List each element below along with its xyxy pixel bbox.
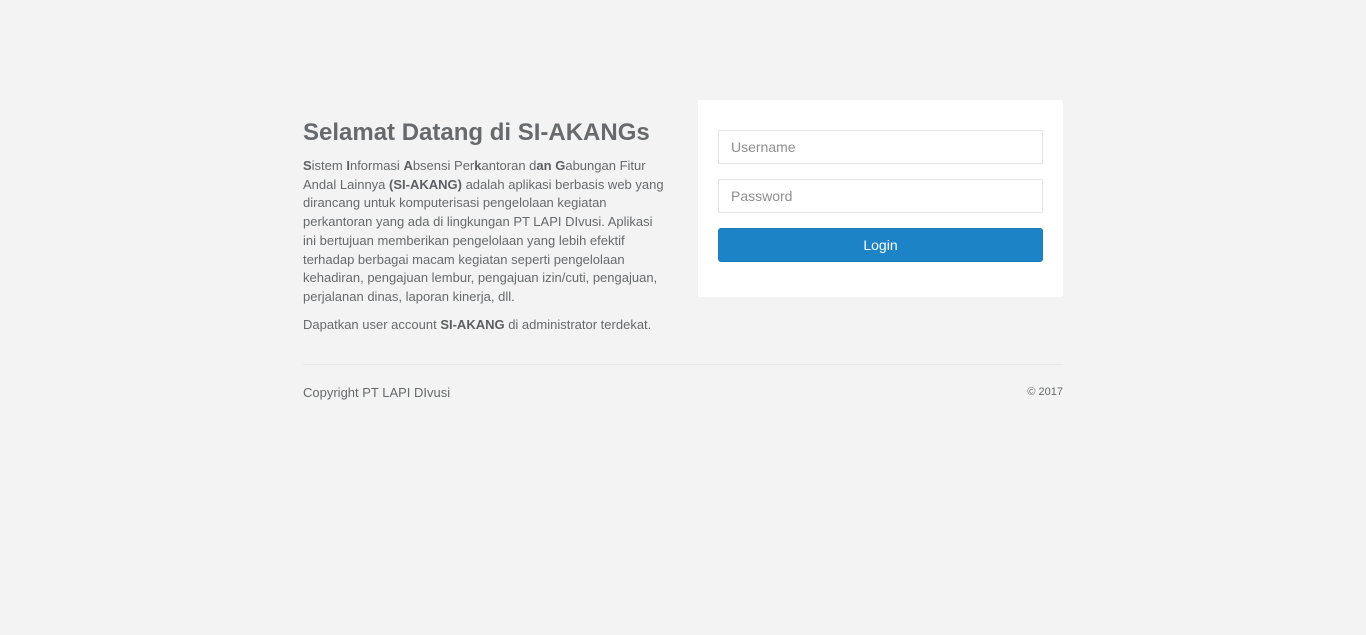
footer: Copyright PT LAPI DIvusi © 2017: [303, 385, 1063, 400]
app-description-segment: adalah aplikasi berbasis web yang diranc…: [303, 176, 664, 304]
app-description-segment: A: [403, 158, 413, 173]
copyright-text: Copyright PT LAPI DIvusi: [303, 384, 451, 400]
content-row: Selamat Datang di SI-AKANGs Sistem Infor…: [303, 100, 1063, 334]
username-input[interactable]: [718, 130, 1043, 164]
intro-section: Selamat Datang di SI-AKANGs Sistem Infor…: [303, 100, 665, 334]
app-description-segment: bsensi Per: [412, 158, 475, 173]
account-note-appname: SI-AKANG: [440, 316, 505, 332]
page-container: Selamat Datang di SI-AKANGs Sistem Infor…: [303, 100, 1063, 400]
copyright-year: © 2017: [1027, 386, 1063, 399]
app-description-segment: antoran d: [481, 158, 537, 173]
app-description-segment: istem: [311, 158, 347, 173]
app-description-segment: G: [555, 158, 566, 173]
account-note: Dapatkan user account SI-AKANG di admini…: [303, 316, 665, 334]
app-description-segment: an: [536, 158, 552, 173]
password-input[interactable]: [718, 179, 1043, 213]
login-button[interactable]: Login: [718, 228, 1043, 262]
login-panel: Login: [698, 100, 1063, 297]
page-title: Selamat Datang di SI-AKANGs: [303, 119, 650, 146]
account-note-suffix: di administrator terdekat.: [504, 316, 652, 332]
login-form: Login: [718, 130, 1043, 262]
app-description-segment: nformasi: [349, 158, 404, 173]
app-description: Sistem Informasi Absensi Perkantoran dan…: [303, 157, 665, 307]
footer-divider: [303, 363, 1063, 365]
app-description-segment: S: [303, 158, 312, 173]
account-note-prefix: Dapatkan user account: [303, 316, 441, 332]
app-description-segment: (SI-AKANG): [389, 176, 462, 192]
